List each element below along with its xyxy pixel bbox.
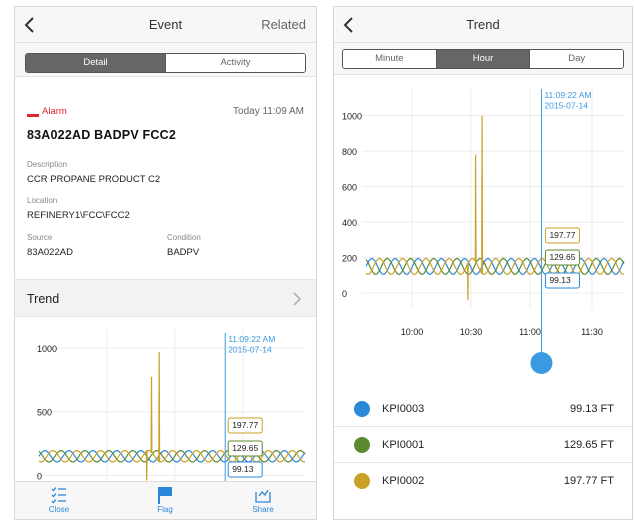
- legend-item-kpi0001[interactable]: KPI0001 129.65 FT: [334, 427, 632, 463]
- value-callout-text: 129.65: [549, 252, 575, 262]
- series-dot-icon: [354, 473, 370, 489]
- share-button[interactable]: Share: [233, 486, 293, 514]
- close-label: Close: [48, 505, 70, 514]
- y-tick-label: 0: [37, 471, 42, 481]
- x-tick-label: 11:30: [581, 327, 603, 337]
- cursor-time: 11:09:22 AM: [228, 334, 275, 344]
- legend-value: 129.65 FT: [563, 439, 614, 451]
- checklist-icon: [51, 487, 66, 504]
- trend-chart-small[interactable]: 0 500 1000 11:09:22 AM2015-07-14 197.77 129.6…: [15, 7, 317, 520]
- flag-label: Flag: [157, 505, 173, 514]
- value-callout-text: 197.77: [232, 420, 258, 430]
- x-tick-label: 10:30: [460, 327, 483, 337]
- trend-screen: Trend Minute Hour Day 0 200 400 600 800 1000 1…: [333, 6, 633, 520]
- legend-value: 197.77 FT: [563, 475, 614, 487]
- y-tick-label: 600: [342, 183, 357, 193]
- x-tick-label: 11:00: [519, 327, 541, 337]
- y-tick-label: 200: [342, 254, 357, 264]
- series-dot-icon: [354, 401, 370, 417]
- cursor-time: 11:09:22 AM: [544, 90, 591, 100]
- y-tick-label: 800: [342, 147, 357, 157]
- legend-name: KPI0002: [382, 475, 425, 487]
- value-callout-text: 99.13: [549, 275, 571, 285]
- value-callout-text: 197.77: [549, 230, 575, 240]
- series-dot-icon: [354, 437, 370, 453]
- flag-button[interactable]: Flag: [135, 486, 195, 514]
- share-label: Share: [252, 505, 274, 514]
- y-tick-label: 500: [37, 408, 52, 418]
- bottom-toolbar: Close Flag Share: [15, 481, 316, 519]
- value-callout-text: 129.65: [232, 443, 258, 453]
- y-tick-label: 400: [342, 218, 357, 228]
- legend-value: 99.13 FT: [569, 403, 614, 415]
- cursor-date: 2015-07-14: [544, 101, 588, 111]
- y-tick-label: 0: [342, 289, 347, 299]
- share-icon: [255, 489, 271, 503]
- legend-name: KPI0001: [382, 439, 425, 451]
- y-tick-label: 1000: [37, 344, 57, 354]
- legend-list: KPI0003 99.13 FT KPI0001 129.65 FT KPI00…: [334, 391, 632, 499]
- legend-item-kpi0003[interactable]: KPI0003 99.13 FT: [334, 391, 632, 427]
- event-screen: Event Related Detail Activity Alarm Toda…: [14, 6, 317, 520]
- legend-item-kpi0002[interactable]: KPI0002 197.77 FT: [334, 463, 632, 499]
- x-tick-label: 10:00: [401, 327, 424, 337]
- close-button[interactable]: Close: [29, 486, 89, 514]
- cursor-date: 2015-07-14: [228, 345, 272, 355]
- cursor-handle-icon: [530, 352, 553, 374]
- value-callout-text: 99.13: [232, 464, 254, 474]
- legend-name: KPI0003: [382, 403, 425, 415]
- y-tick-label: 1000: [342, 112, 362, 122]
- flag-icon: [158, 487, 172, 504]
